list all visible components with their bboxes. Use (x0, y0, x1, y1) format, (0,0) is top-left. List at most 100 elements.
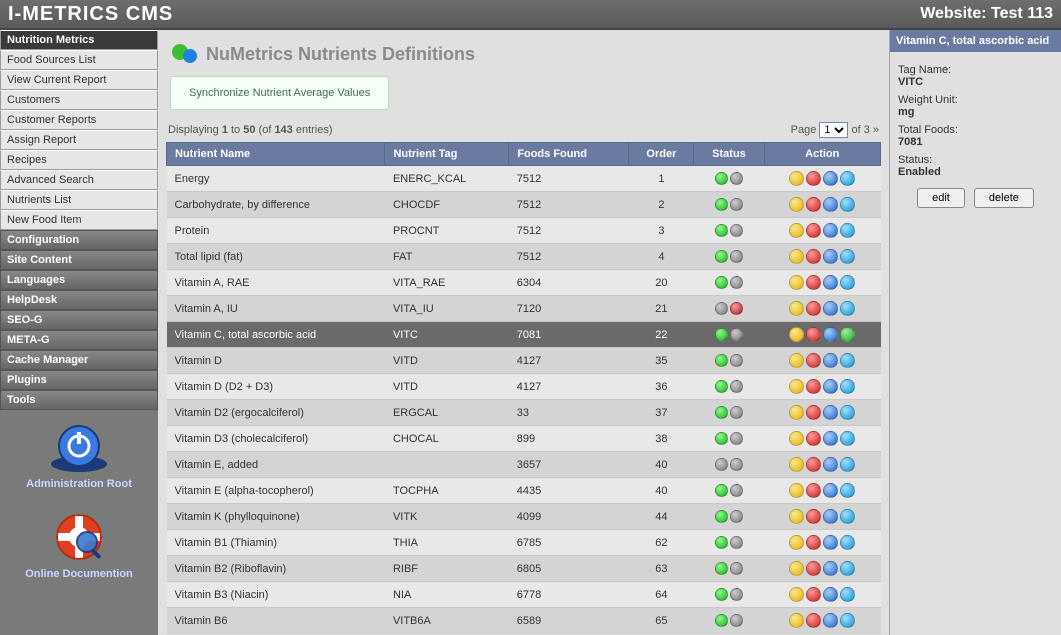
action-config-icon[interactable] (823, 327, 838, 342)
online-doc-link[interactable]: Online Documention (0, 500, 158, 590)
action-info-icon[interactable] (840, 431, 855, 446)
action-config-icon[interactable] (823, 431, 838, 446)
action-delete-icon[interactable] (806, 275, 821, 290)
table-row[interactable]: EnergyENERC_KCAL75121 (167, 166, 881, 192)
action-edit-icon[interactable] (789, 431, 804, 446)
page-select[interactable]: 1 (819, 122, 848, 138)
nav-customers[interactable]: Customers (0, 90, 158, 110)
action-edit-icon[interactable] (789, 353, 804, 368)
action-config-icon[interactable] (823, 353, 838, 368)
action-info-icon[interactable] (840, 587, 855, 602)
edit-button[interactable]: edit (917, 188, 965, 208)
action-delete-icon[interactable] (806, 535, 821, 550)
nav-helpdesk[interactable]: HelpDesk (0, 290, 158, 310)
action-info-icon[interactable] (840, 613, 855, 628)
action-config-icon[interactable] (823, 509, 838, 524)
action-delete-icon[interactable] (806, 327, 821, 342)
action-info-icon[interactable] (840, 197, 855, 212)
col-name[interactable]: Nutrient Name (167, 143, 385, 166)
nav-seo-g[interactable]: SEO-G (0, 310, 158, 330)
table-row[interactable]: Vitamin B3 (Niacin)NIA677864 (167, 582, 881, 608)
action-info-icon[interactable] (840, 275, 855, 290)
action-delete-icon[interactable] (806, 249, 821, 264)
action-edit-icon[interactable] (789, 379, 804, 394)
table-row[interactable]: Vitamin K (phylloquinone)VITK409944 (167, 504, 881, 530)
action-config-icon[interactable] (823, 171, 838, 186)
nav-languages[interactable]: Languages (0, 270, 158, 290)
action-delete-icon[interactable] (806, 561, 821, 576)
table-row[interactable]: Vitamin A, RAEVITA_RAE630420 (167, 270, 881, 296)
action-edit-icon[interactable] (789, 249, 804, 264)
nav-meta-g[interactable]: META-G (0, 330, 158, 350)
table-row[interactable]: Vitamin E, added365740 (167, 452, 881, 478)
action-delete-icon[interactable] (806, 587, 821, 602)
action-config-icon[interactable] (823, 457, 838, 472)
action-edit-icon[interactable] (789, 561, 804, 576)
action-edit-icon[interactable] (789, 613, 804, 628)
action-edit-icon[interactable] (789, 483, 804, 498)
action-info-icon[interactable] (840, 353, 855, 368)
action-edit-icon[interactable] (789, 509, 804, 524)
table-row[interactable]: Vitamin C, total ascorbic acidVITC708122 (167, 322, 881, 348)
action-config-icon[interactable] (823, 483, 838, 498)
action-delete-icon[interactable] (806, 509, 821, 524)
delete-button[interactable]: delete (974, 188, 1034, 208)
nav-customer-reports[interactable]: Customer Reports (0, 110, 158, 130)
table-row[interactable]: ProteinPROCNT75123 (167, 218, 881, 244)
action-config-icon[interactable] (823, 249, 838, 264)
action-config-icon[interactable] (823, 223, 838, 238)
table-row[interactable]: Carbohydrate, by differenceCHOCDF75122 (167, 192, 881, 218)
action-config-icon[interactable] (823, 587, 838, 602)
action-edit-icon[interactable] (789, 171, 804, 186)
action-config-icon[interactable] (823, 379, 838, 394)
nav-assign-report[interactable]: Assign Report (0, 130, 158, 150)
action-info-icon[interactable] (840, 457, 855, 472)
action-info-icon[interactable] (840, 171, 855, 186)
action-edit-icon[interactable] (789, 301, 804, 316)
action-delete-icon[interactable] (806, 301, 821, 316)
action-config-icon[interactable] (823, 561, 838, 576)
table-row[interactable]: Total lipid (fat)FAT75124 (167, 244, 881, 270)
nav-nutrients-list[interactable]: Nutrients List (0, 190, 158, 210)
nav-site-content[interactable]: Site Content (0, 250, 158, 270)
action-edit-icon[interactable] (789, 405, 804, 420)
action-info-icon[interactable] (840, 483, 855, 498)
action-config-icon[interactable] (823, 535, 838, 550)
nav-view-current-report[interactable]: View Current Report (0, 70, 158, 90)
action-info-icon[interactable] (840, 405, 855, 420)
action-edit-icon[interactable] (789, 197, 804, 212)
nav-advanced-search[interactable]: Advanced Search (0, 170, 158, 190)
table-row[interactable]: Vitamin D (D2 + D3)VITD412736 (167, 374, 881, 400)
nav-configuration[interactable]: Configuration (0, 230, 158, 250)
col-order[interactable]: Order (629, 143, 694, 166)
admin-root-link[interactable]: Administration Root (0, 410, 158, 500)
action-delete-icon[interactable] (806, 197, 821, 212)
col-status[interactable]: Status (694, 143, 764, 166)
action-delete-icon[interactable] (806, 379, 821, 394)
action-info-icon[interactable] (840, 379, 855, 394)
nav-nutrition-metrics[interactable]: Nutrition Metrics (0, 30, 158, 50)
action-delete-icon[interactable] (806, 353, 821, 368)
col-action[interactable]: Action (764, 143, 880, 166)
action-info-icon[interactable] (840, 561, 855, 576)
table-row[interactable]: Vitamin DVITD412735 (167, 348, 881, 374)
nav-plugins[interactable]: Plugins (0, 370, 158, 390)
action-info-icon[interactable] (840, 327, 855, 342)
action-edit-icon[interactable] (789, 223, 804, 238)
table-row[interactable]: Vitamin A, IUVITA_IU712021 (167, 296, 881, 322)
nav-food-sources-list[interactable]: Food Sources List (0, 50, 158, 70)
action-delete-icon[interactable] (806, 405, 821, 420)
action-edit-icon[interactable] (789, 275, 804, 290)
table-row[interactable]: Vitamin B2 (Riboflavin)RIBF680563 (167, 556, 881, 582)
nav-new-food-item[interactable]: New Food Item (0, 210, 158, 230)
action-config-icon[interactable] (823, 405, 838, 420)
col-tag[interactable]: Nutrient Tag (385, 143, 509, 166)
action-info-icon[interactable] (840, 223, 855, 238)
table-row[interactable]: Vitamin B1 (Thiamin)THIA678562 (167, 530, 881, 556)
col-foods[interactable]: Foods Found (509, 143, 629, 166)
table-row[interactable]: Vitamin B6VITB6A658965 (167, 608, 881, 634)
table-row[interactable]: Vitamin D3 (cholecalciferol)CHOCAL89938 (167, 426, 881, 452)
action-info-icon[interactable] (840, 535, 855, 550)
action-edit-icon[interactable] (789, 535, 804, 550)
action-info-icon[interactable] (840, 509, 855, 524)
